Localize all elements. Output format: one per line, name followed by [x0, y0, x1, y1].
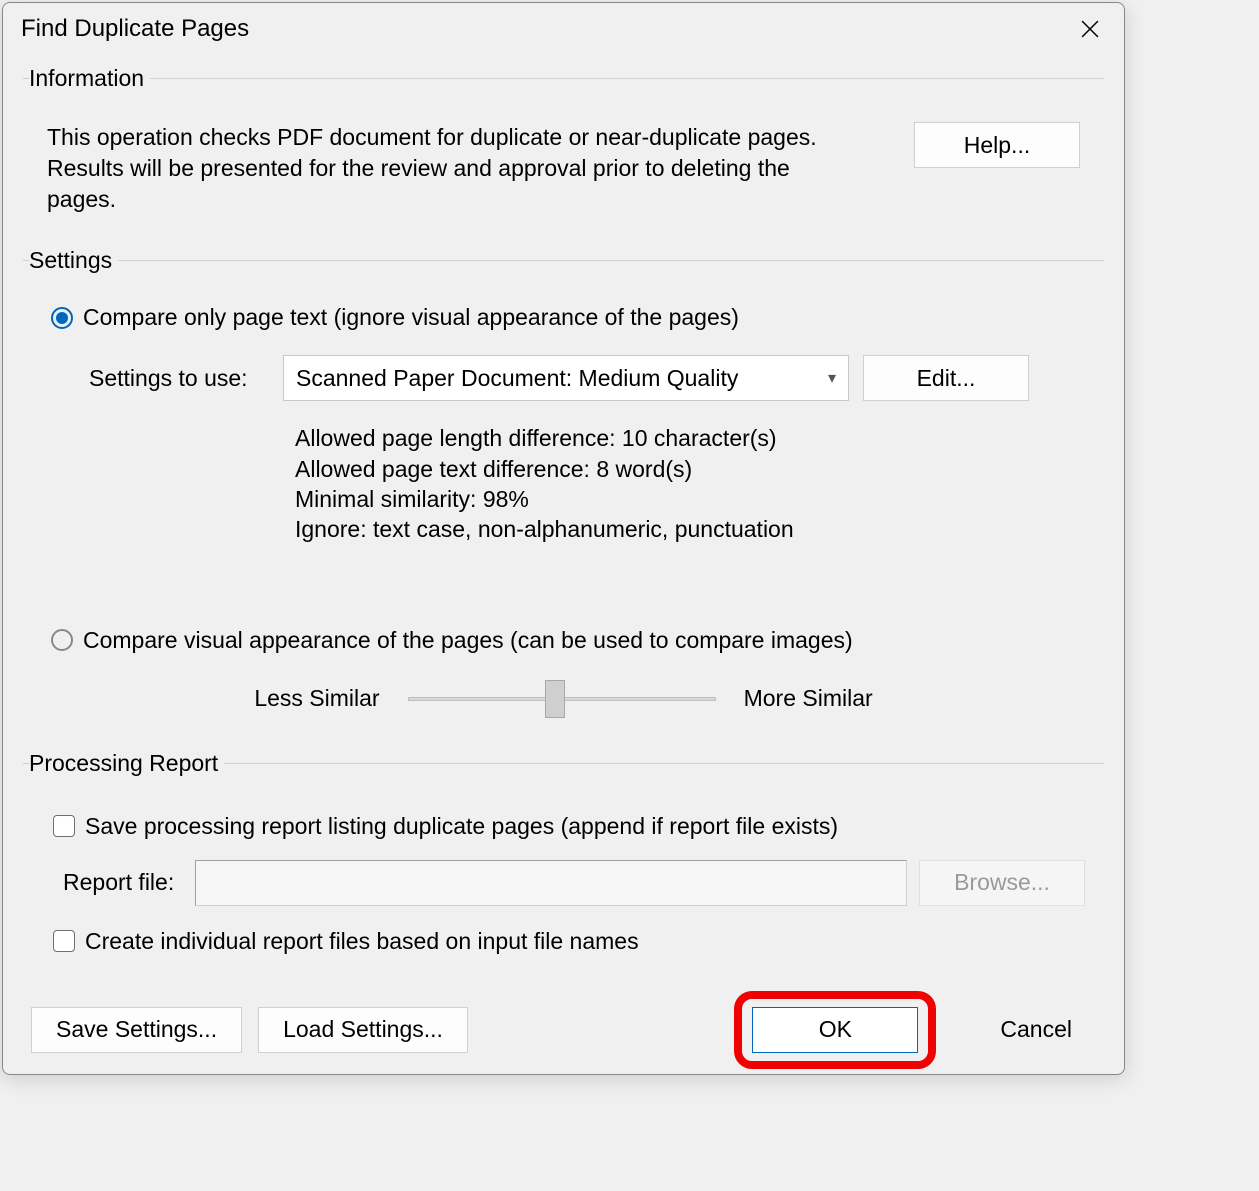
help-button[interactable]: Help... [914, 122, 1080, 168]
similarity-slider[interactable] [408, 680, 716, 718]
slider-label-less: Less Similar [254, 685, 379, 712]
detail-textdiff: Allowed page text difference: 8 word(s) [295, 454, 1092, 484]
information-group: Information This operation checks PDF do… [23, 65, 1104, 241]
individual-report-checkbox[interactable] [53, 930, 75, 952]
radio-compare-visual[interactable] [51, 629, 73, 651]
radio-compare-text-row[interactable]: Compare only page text (ignore visual ap… [51, 304, 1092, 331]
save-settings-button[interactable]: Save Settings... [31, 1007, 242, 1053]
settings-preset-select[interactable]: Scanned Paper Document: Medium Quality ▾ [283, 355, 849, 401]
dialog-title: Find Duplicate Pages [21, 15, 249, 43]
information-legend: Information [29, 65, 150, 92]
information-text: This operation checks PDF document for d… [47, 122, 847, 215]
report-file-label: Report file: [63, 869, 183, 896]
settings-to-use-label: Settings to use: [89, 365, 269, 392]
titlebar: Find Duplicate Pages [3, 3, 1124, 55]
find-duplicate-pages-dialog: Find Duplicate Pages Information This op… [2, 2, 1125, 1075]
close-button[interactable] [1070, 11, 1110, 47]
slider-label-more: More Similar [744, 685, 873, 712]
close-icon [1081, 20, 1099, 38]
settings-group: Settings Compare only page text (ignore … [23, 247, 1104, 743]
radio-compare-visual-row[interactable]: Compare visual appearance of the pages (… [51, 627, 1092, 654]
cancel-button[interactable]: Cancel [976, 1007, 1096, 1053]
radio-compare-visual-label: Compare visual appearance of the pages (… [83, 627, 853, 654]
save-report-label: Save processing report listing duplicate… [85, 813, 838, 840]
save-report-checkbox[interactable] [53, 815, 75, 837]
radio-compare-text-label: Compare only page text (ignore visual ap… [83, 304, 739, 331]
save-report-row[interactable]: Save processing report listing duplicate… [53, 813, 1092, 840]
preset-details: Allowed page length difference: 10 chara… [295, 423, 1092, 544]
browse-button[interactable]: Browse... [919, 860, 1085, 906]
load-settings-button[interactable]: Load Settings... [258, 1007, 468, 1053]
report-file-input[interactable] [195, 860, 907, 906]
settings-preset-value: Scanned Paper Document: Medium Quality [296, 365, 738, 392]
radio-compare-text[interactable] [51, 307, 73, 329]
ok-highlight: OK [734, 991, 936, 1069]
ok-button[interactable]: OK [752, 1007, 918, 1053]
edit-preset-button[interactable]: Edit... [863, 355, 1029, 401]
slider-thumb[interactable] [545, 680, 565, 718]
detail-similarity: Minimal similarity: 98% [295, 484, 1092, 514]
dialog-button-bar: Save Settings... Load Settings... OK Can… [3, 987, 1124, 1069]
individual-report-row[interactable]: Create individual report files based on … [53, 928, 1092, 955]
individual-report-label: Create individual report files based on … [85, 928, 639, 955]
detail-length: Allowed page length difference: 10 chara… [295, 423, 1092, 453]
detail-ignore: Ignore: text case, non-alphanumeric, pun… [295, 514, 1092, 544]
processing-report-legend: Processing Report [29, 750, 224, 777]
processing-report-group: Processing Report Save processing report… [23, 750, 1104, 981]
chevron-down-icon: ▾ [828, 368, 836, 388]
settings-legend: Settings [29, 247, 118, 274]
